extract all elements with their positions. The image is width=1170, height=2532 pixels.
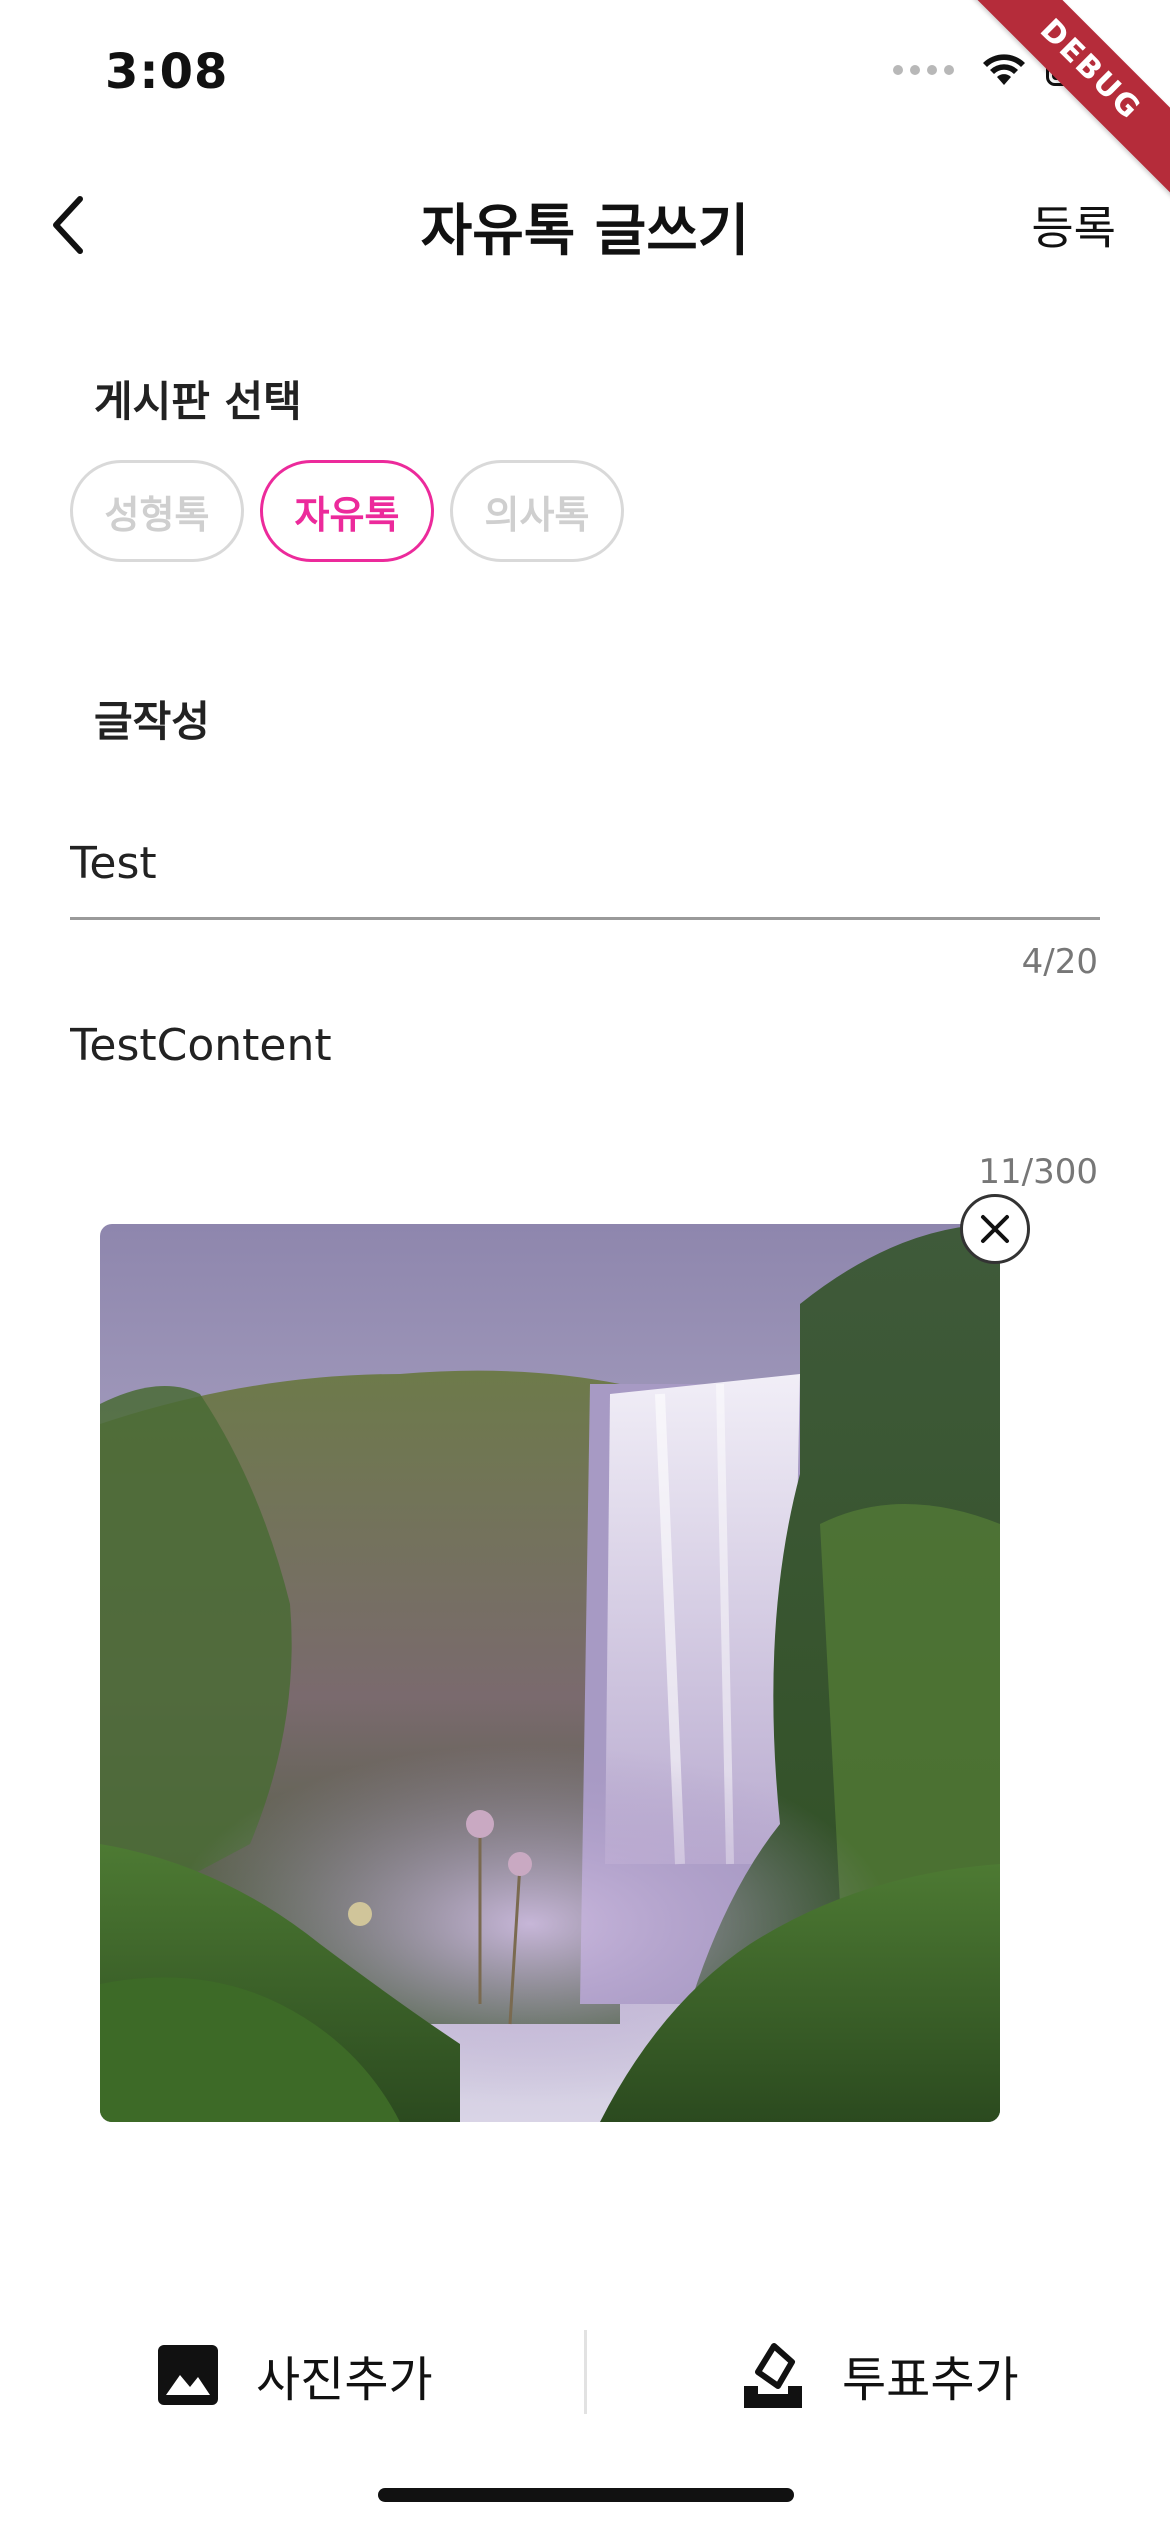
bottom-toolbar: 사진추가 투표추가: [0, 2320, 1170, 2430]
title-char-counter: 4/20: [1021, 942, 1098, 982]
page-title: 자유톡 글쓰기: [420, 199, 750, 264]
home-indicator: [378, 2488, 794, 2502]
status-time: 3:08: [105, 44, 229, 100]
close-icon: [981, 1215, 1009, 1243]
title-input[interactable]: [70, 810, 1100, 920]
attached-photo: [100, 1224, 1000, 2122]
board-chip-cosmetic[interactable]: 성형톡: [70, 460, 244, 562]
ballot-box-icon: [744, 2343, 802, 2408]
board-chip-doctor[interactable]: 의사톡: [450, 460, 624, 562]
compose-label: 글작성: [94, 697, 210, 746]
remove-photo-button[interactable]: [960, 1194, 1030, 1264]
add-poll-button[interactable]: 투표추가: [740, 2320, 1019, 2430]
content-char-counter: 11/300: [978, 1152, 1098, 1192]
bottom-divider: [584, 2330, 587, 2414]
board-chip-free[interactable]: 자유톡: [260, 460, 434, 562]
board-select-label: 게시판 선택: [94, 377, 302, 426]
cellular-signal-icon: [893, 65, 954, 75]
submit-button[interactable]: 등록: [1031, 192, 1116, 258]
content-input[interactable]: TestContent: [70, 1020, 1100, 1110]
board-chip-group: 성형톡 자유톡 의사톡: [70, 460, 624, 562]
debug-banner: DEBUG: [962, 0, 1170, 198]
image-icon: [158, 2345, 218, 2405]
add-photo-button[interactable]: 사진추가: [156, 2320, 433, 2430]
screen: 3:08 DEBUG 자유톡 글쓰기 등록 게시판 선택 성형톡 자유톡 의사톡…: [0, 0, 1170, 2532]
wifi-icon: [980, 52, 1028, 88]
add-photo-label: 사진추가: [256, 2352, 433, 2408]
add-poll-label: 투표추가: [842, 2352, 1019, 2408]
